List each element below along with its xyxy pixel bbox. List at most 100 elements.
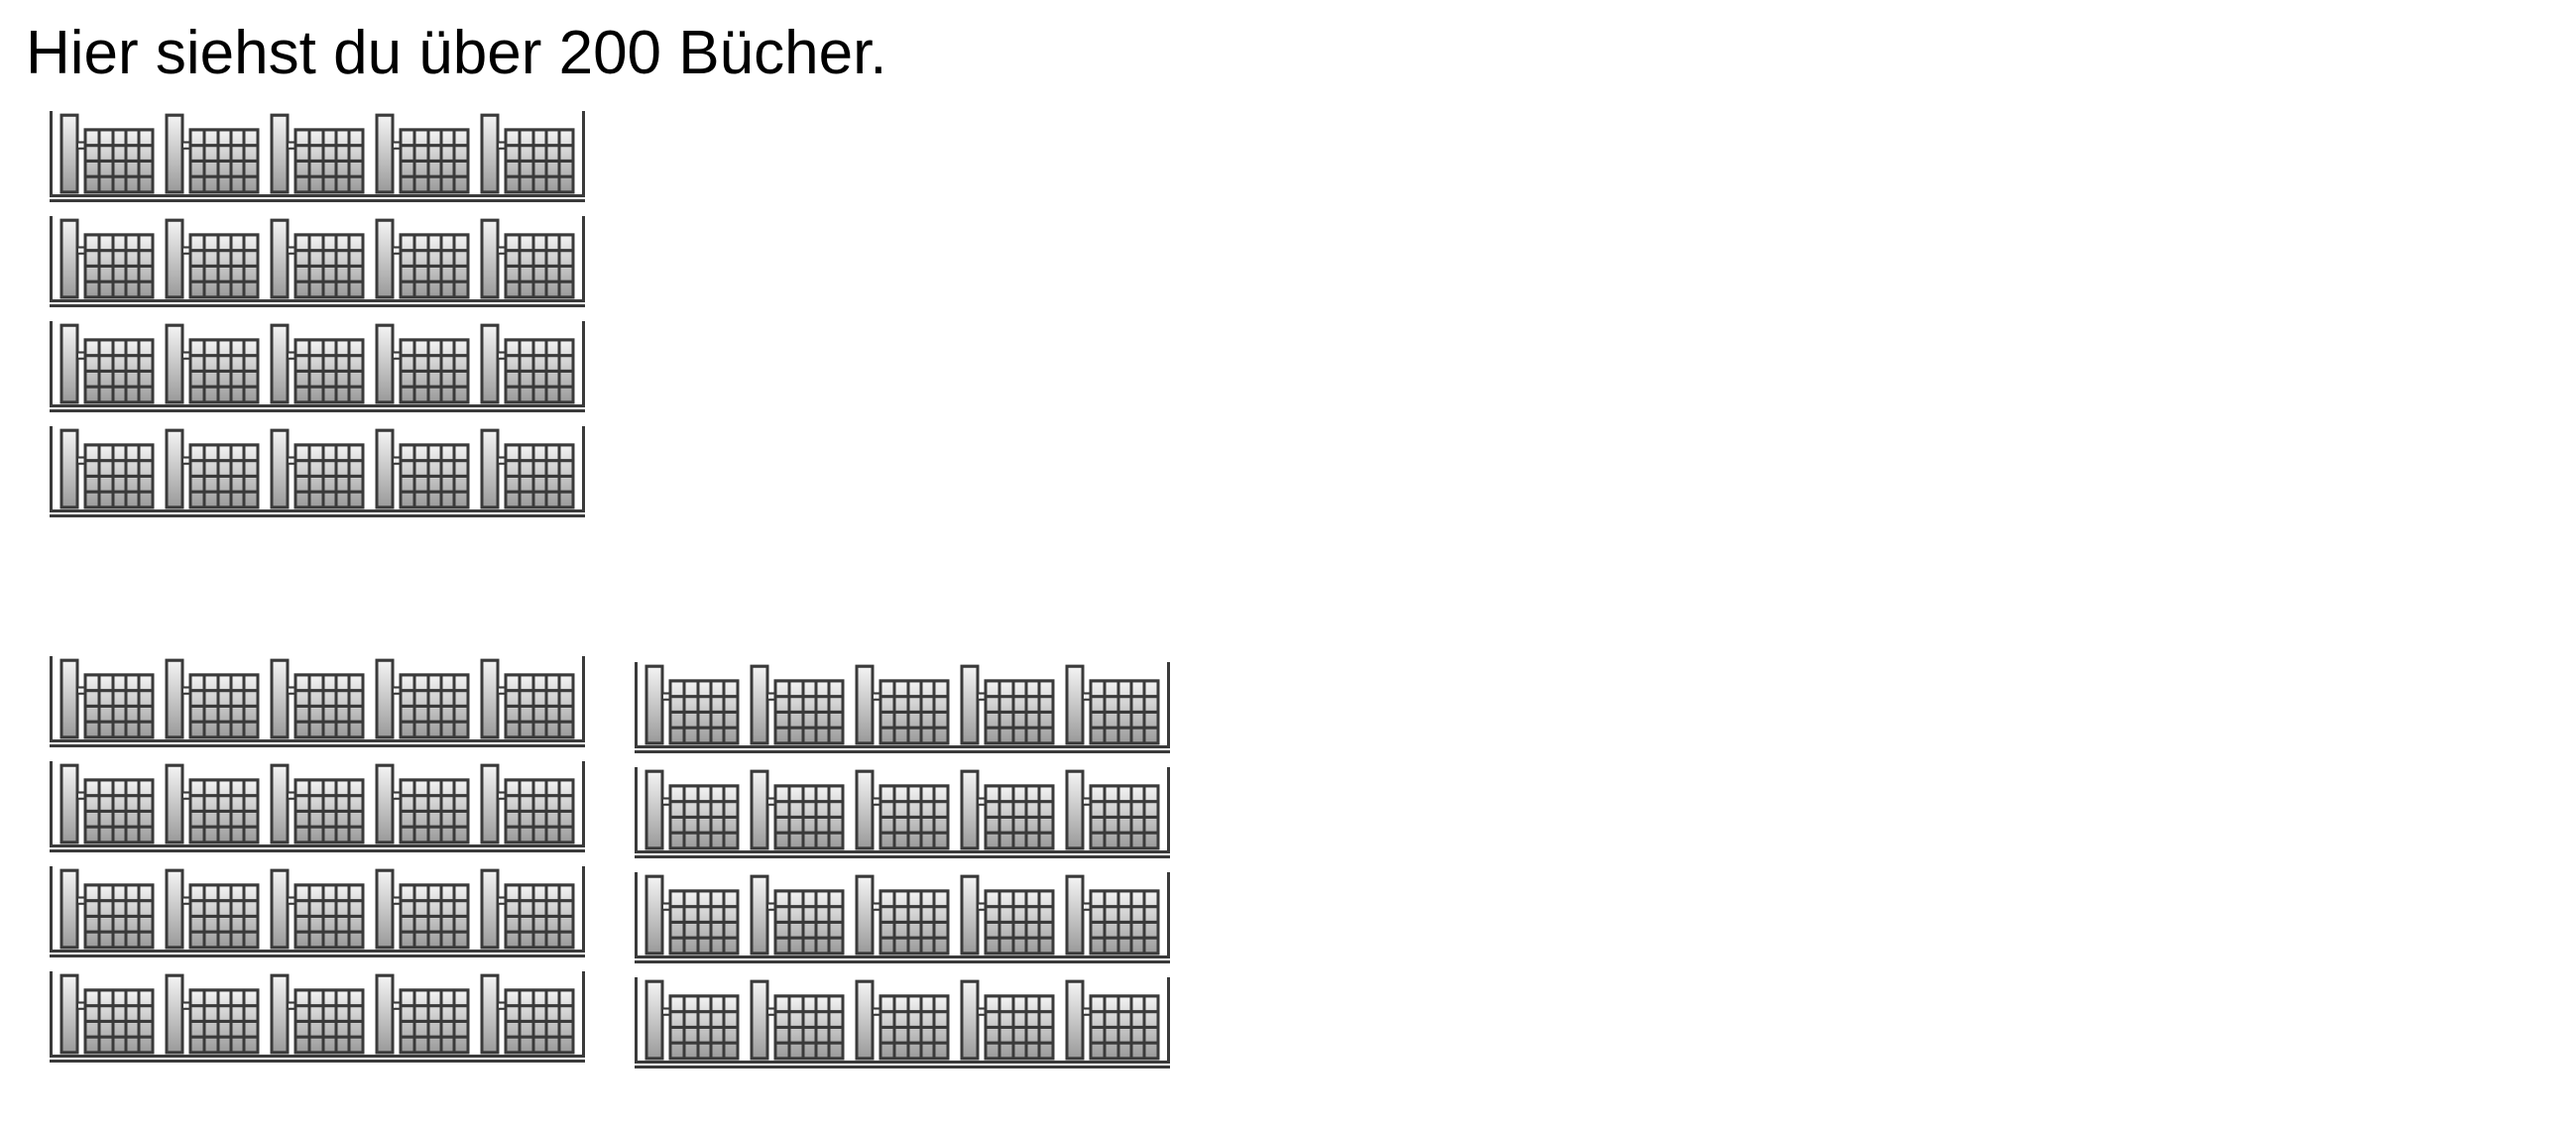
- shelf-rail-left: [50, 216, 53, 307]
- book-bundle-icon: [270, 656, 365, 739]
- shelf-rail-right: [582, 761, 585, 852]
- shelf-rail-left: [635, 767, 638, 858]
- book-bundle-icon: [750, 977, 845, 1061]
- bookshelf-icon: [50, 321, 585, 412]
- shelf-bundles: [59, 761, 575, 844]
- book-bundle-icon: [165, 866, 260, 950]
- book-bundle-icon: [480, 216, 575, 299]
- shelf-rail-left: [50, 656, 53, 747]
- bookshelf-group-top: [50, 111, 585, 531]
- shelf-board: [50, 299, 585, 307]
- shelf-board: [50, 739, 585, 747]
- book-bundle-icon: [375, 216, 470, 299]
- book-bundle-icon: [59, 426, 155, 509]
- book-bundle-icon: [750, 662, 845, 745]
- shelf-board: [50, 1055, 585, 1063]
- bookshelf-icon: [50, 656, 585, 747]
- shelf-bundles: [644, 662, 1160, 745]
- book-bundle-icon: [960, 977, 1055, 1061]
- shelf-rail-right: [582, 216, 585, 307]
- shelf-rail-right: [582, 656, 585, 747]
- shelf-board: [50, 404, 585, 412]
- book-bundle-icon: [855, 767, 950, 850]
- book-bundle-icon: [375, 866, 470, 950]
- shelf-rail-left: [635, 662, 638, 753]
- page-caption: Hier siehst du über 200 Bücher.: [26, 19, 887, 87]
- shelf-rail-left: [50, 426, 53, 517]
- book-bundle-icon: [855, 977, 950, 1061]
- shelf-rail-right: [1167, 872, 1170, 963]
- shelf-rail-left: [635, 977, 638, 1068]
- book-bundle-icon: [855, 872, 950, 955]
- bookshelf-icon: [635, 977, 1170, 1068]
- book-bundle-icon: [165, 111, 260, 194]
- book-bundle-icon: [375, 426, 470, 509]
- shelf-bundles: [59, 111, 575, 194]
- shelf-bundles: [59, 971, 575, 1055]
- shelf-rail-left: [635, 872, 638, 963]
- shelf-bundles: [644, 872, 1160, 955]
- book-bundle-icon: [59, 866, 155, 950]
- book-bundle-icon: [644, 872, 740, 955]
- book-bundle-icon: [960, 767, 1055, 850]
- shelf-rail-right: [582, 111, 585, 202]
- book-bundle-icon: [480, 866, 575, 950]
- book-bundle-icon: [1065, 872, 1160, 955]
- book-bundle-icon: [59, 111, 155, 194]
- book-bundle-icon: [480, 761, 575, 844]
- book-bundle-icon: [644, 662, 740, 745]
- shelf-board: [635, 745, 1170, 753]
- shelf-bundles: [59, 426, 575, 509]
- shelf-rail-right: [582, 426, 585, 517]
- shelf-rail-left: [50, 866, 53, 957]
- book-bundle-icon: [165, 656, 260, 739]
- shelf-rail-left: [50, 971, 53, 1063]
- shelf-rail-right: [582, 971, 585, 1063]
- bookshelf-icon: [635, 872, 1170, 963]
- book-bundle-icon: [165, 216, 260, 299]
- book-bundle-icon: [270, 866, 365, 950]
- book-bundle-icon: [165, 321, 260, 404]
- book-bundle-icon: [1065, 662, 1160, 745]
- bookshelf-group-bottom-right: [635, 662, 1170, 1082]
- shelf-bundles: [59, 216, 575, 299]
- book-bundle-icon: [480, 111, 575, 194]
- shelf-bundles: [644, 977, 1160, 1061]
- book-bundle-icon: [855, 662, 950, 745]
- bookshelf-icon: [50, 216, 585, 307]
- book-bundle-icon: [270, 321, 365, 404]
- shelf-rail-left: [50, 761, 53, 852]
- shelf-board: [50, 194, 585, 202]
- bookshelf-group-bottom-left: [50, 656, 585, 1076]
- book-bundle-icon: [480, 321, 575, 404]
- book-bundle-icon: [375, 321, 470, 404]
- shelf-board: [635, 955, 1170, 963]
- shelf-rail-right: [1167, 662, 1170, 753]
- shelf-bundles: [59, 866, 575, 950]
- book-bundle-icon: [375, 761, 470, 844]
- bookshelf-icon: [50, 761, 585, 852]
- shelf-bundles: [59, 656, 575, 739]
- bookshelf-icon: [50, 971, 585, 1063]
- book-bundle-icon: [375, 971, 470, 1055]
- book-bundle-icon: [59, 971, 155, 1055]
- book-bundle-icon: [480, 426, 575, 509]
- bookshelf-icon: [50, 866, 585, 957]
- shelf-rail-right: [1167, 977, 1170, 1068]
- bookshelf-icon: [635, 662, 1170, 753]
- book-bundle-icon: [165, 761, 260, 844]
- book-bundle-icon: [270, 761, 365, 844]
- book-bundle-icon: [1065, 767, 1160, 850]
- shelf-rail-left: [50, 111, 53, 202]
- book-bundle-icon: [480, 656, 575, 739]
- book-bundle-icon: [165, 971, 260, 1055]
- book-bundle-icon: [59, 321, 155, 404]
- book-bundle-icon: [960, 662, 1055, 745]
- book-bundle-icon: [1065, 977, 1160, 1061]
- shelf-rail-right: [1167, 767, 1170, 858]
- shelf-bundles: [59, 321, 575, 404]
- book-bundle-icon: [644, 767, 740, 850]
- book-bundle-icon: [270, 111, 365, 194]
- book-bundle-icon: [375, 656, 470, 739]
- book-bundle-icon: [375, 111, 470, 194]
